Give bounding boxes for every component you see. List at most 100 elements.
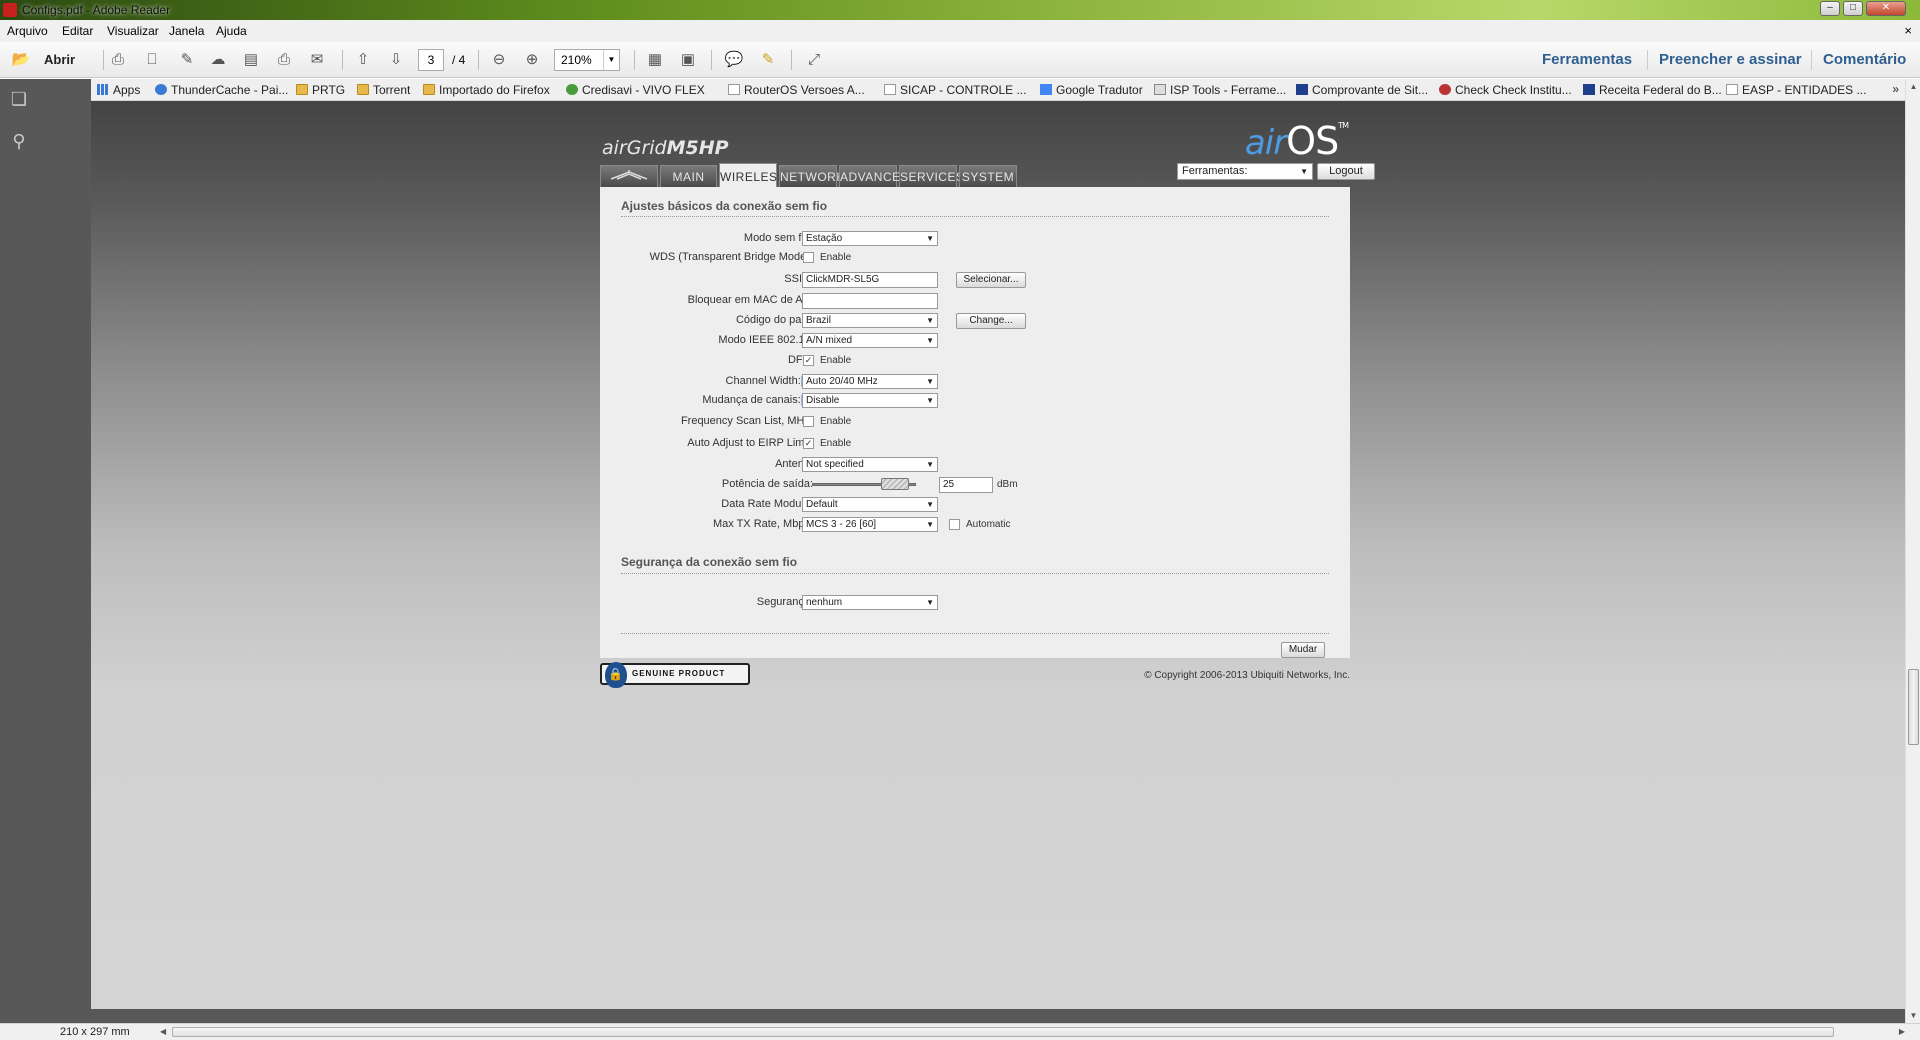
channel-width-select[interactable]: Auto 20/40 MHz ▼	[802, 374, 938, 389]
open-button[interactable]: Abrir	[44, 52, 75, 67]
tab-main[interactable]: MAIN	[660, 165, 717, 187]
bookmark-item[interactable]: Comprovante de Sit...	[1296, 83, 1428, 97]
bookmark-item[interactable]: RouterOS Versoes A...	[728, 83, 865, 97]
output-power-slider-handle[interactable]	[880, 478, 909, 490]
menu-arquivo[interactable]: Arquivo	[7, 24, 48, 38]
tab-wireless[interactable]: WIRELESS	[719, 163, 786, 187]
scan-list-checkbox[interactable]	[803, 416, 814, 427]
fit-width-icon[interactable]: ▣	[677, 50, 699, 70]
select-ssid-button[interactable]: Selecionar...	[956, 272, 1026, 288]
maximize-button[interactable]: □	[1843, 1, 1863, 16]
zoom-select[interactable]: 210% ▼	[554, 49, 620, 71]
max-tx-select[interactable]: MCS 3 - 26 [60] ▼	[802, 517, 938, 532]
bookmark-item[interactable]: PRTG	[296, 83, 345, 97]
tab-advanced[interactable]: ADVANCED	[839, 165, 909, 187]
vertical-scroll-thumb[interactable]	[1908, 669, 1919, 745]
eirp-checkbox[interactable]: ✓	[803, 438, 814, 449]
bookmarks-more-icon[interactable]: »	[1892, 82, 1899, 96]
menu-editar[interactable]: Editar	[62, 24, 93, 38]
scroll-up-icon[interactable]: ▲	[1906, 79, 1920, 94]
automatic-checkbox[interactable]	[949, 519, 960, 530]
bookmark-item[interactable]: Check Check Institu...	[1439, 83, 1572, 97]
open-folder-icon[interactable]: 📂	[10, 50, 32, 70]
chevron-down-icon[interactable]: ▼	[603, 50, 619, 70]
airos-logo: airOSTM	[1244, 119, 1349, 163]
close-window-button[interactable]: ✕	[1866, 1, 1906, 16]
scroll-right-icon[interactable]: ▶	[1899, 1025, 1905, 1039]
chevron-down-icon: ▼	[926, 336, 934, 345]
site-icon	[1154, 84, 1166, 95]
scroll-down-icon[interactable]: ▼	[1906, 1008, 1920, 1023]
tools-dropdown[interactable]: Ferramentas: ▼	[1177, 163, 1313, 180]
apply-button[interactable]: Mudar	[1281, 642, 1325, 658]
tab-network[interactable]: NETWORK	[779, 165, 844, 187]
export-pdf-icon[interactable]: ⎕	[141, 50, 163, 70]
menu-janela[interactable]: Janela	[169, 24, 204, 38]
wireless-mode-select[interactable]: Estação ▼	[802, 231, 938, 246]
vertical-scrollbar[interactable]: ▲ ▼	[1905, 79, 1920, 1023]
logout-button[interactable]: Logout	[1317, 163, 1375, 180]
change-country-button[interactable]: Change...	[956, 313, 1026, 329]
wds-checkbox[interactable]	[803, 252, 814, 263]
chevron-down-icon: ▼	[926, 396, 934, 405]
zoom-out-icon[interactable]: ⊖	[488, 50, 510, 70]
fullscreen-icon[interactable]: ⤢	[803, 50, 825, 70]
print-icon[interactable]: ⎙	[273, 50, 295, 70]
output-power-input[interactable]: 25	[939, 477, 993, 493]
lock-mac-input[interactable]	[802, 293, 938, 309]
page-number-input[interactable]: 3	[418, 49, 444, 71]
bookmark-item[interactable]: Apps	[97, 83, 140, 97]
bookmark-item[interactable]: Credisavi - VIVO FLEX	[566, 83, 705, 97]
cloud-upload-icon[interactable]: ☁	[207, 50, 229, 70]
ssid-input[interactable]: ClickMDR-SL5G	[802, 272, 938, 288]
close-document-icon[interactable]: ×	[1904, 23, 1912, 38]
minimize-button[interactable]: –	[1820, 1, 1840, 16]
tab-system[interactable]: SYSTEM	[959, 165, 1017, 187]
ieee-mode-select[interactable]: A/N mixed ▼	[802, 333, 938, 348]
bookmark-item[interactable]: ISP Tools - Ferrame...	[1154, 83, 1286, 97]
save-icon[interactable]: ▤	[240, 50, 262, 70]
fit-page-icon[interactable]: ▦	[644, 50, 666, 70]
bookmark-item[interactable]: EASP - ENTIDADES ...	[1726, 83, 1866, 97]
tools-link[interactable]: Ferramentas	[1542, 51, 1632, 68]
bookmark-item[interactable]: ThunderCache - Pai...	[155, 83, 288, 97]
zoom-in-icon[interactable]: ⊕	[521, 50, 543, 70]
menu-visualizar[interactable]: Visualizar	[107, 24, 159, 38]
horizontal-scrollbar[interactable]: ◀ ▶	[160, 1025, 1905, 1039]
antenna-select[interactable]: Not specified ▼	[802, 457, 938, 472]
previous-page-icon[interactable]: ⇧	[352, 50, 374, 70]
folder-icon	[357, 84, 369, 95]
next-page-icon[interactable]: ⇩	[385, 50, 407, 70]
page-thumbnails-icon[interactable]: ❏	[9, 89, 29, 111]
bookmark-item[interactable]: Torrent	[357, 83, 410, 97]
create-pdf-icon[interactable]: ⎙	[107, 50, 129, 70]
channel-shifting-select[interactable]: Disable ▼	[802, 393, 938, 408]
chevron-down-icon: ▼	[926, 460, 934, 469]
highlight-icon[interactable]: ✎	[757, 50, 779, 70]
section-divider	[621, 216, 1329, 217]
edit-icon[interactable]: ✎	[176, 50, 198, 70]
data-rate-select[interactable]: Default ▼	[802, 497, 938, 512]
scroll-left-icon[interactable]: ◀	[160, 1025, 166, 1039]
navigation-side-panel: ❏ ⚲	[0, 79, 37, 1023]
toolbar-divider	[342, 50, 343, 70]
menu-ajuda[interactable]: Ajuda	[216, 24, 247, 38]
bookmark-item[interactable]: Importado do Firefox	[423, 83, 550, 97]
bookmark-item[interactable]: Receita Federal do B...	[1583, 83, 1722, 97]
bookmark-item[interactable]: Google Tradutor	[1040, 83, 1143, 97]
fill-and-sign-link[interactable]: Preencher e assinar	[1659, 51, 1802, 68]
tab-services[interactable]: SERVICES	[899, 165, 964, 187]
email-icon[interactable]: ✉	[306, 50, 328, 70]
country-select[interactable]: Brazil ▼	[802, 313, 938, 328]
bookmark-item[interactable]: SICAP - CONTROLE ...	[884, 83, 1026, 97]
comment-link[interactable]: Comentário	[1823, 51, 1906, 68]
zoom-value: 210%	[561, 53, 592, 67]
site-icon	[155, 84, 167, 95]
attachments-paperclip-icon[interactable]: ⚲	[9, 131, 29, 153]
comment-icon[interactable]: 💬	[723, 50, 745, 70]
dfs-checkbox[interactable]: ✓	[803, 355, 814, 366]
security-select[interactable]: nenhum ▼	[802, 595, 938, 610]
tab-ubiquiti-logo[interactable]	[600, 165, 658, 187]
document-viewport[interactable]: Apps ThunderCache - Pai... PRTG Torrent …	[37, 79, 1905, 1023]
horizontal-scroll-thumb[interactable]	[172, 1027, 1834, 1037]
